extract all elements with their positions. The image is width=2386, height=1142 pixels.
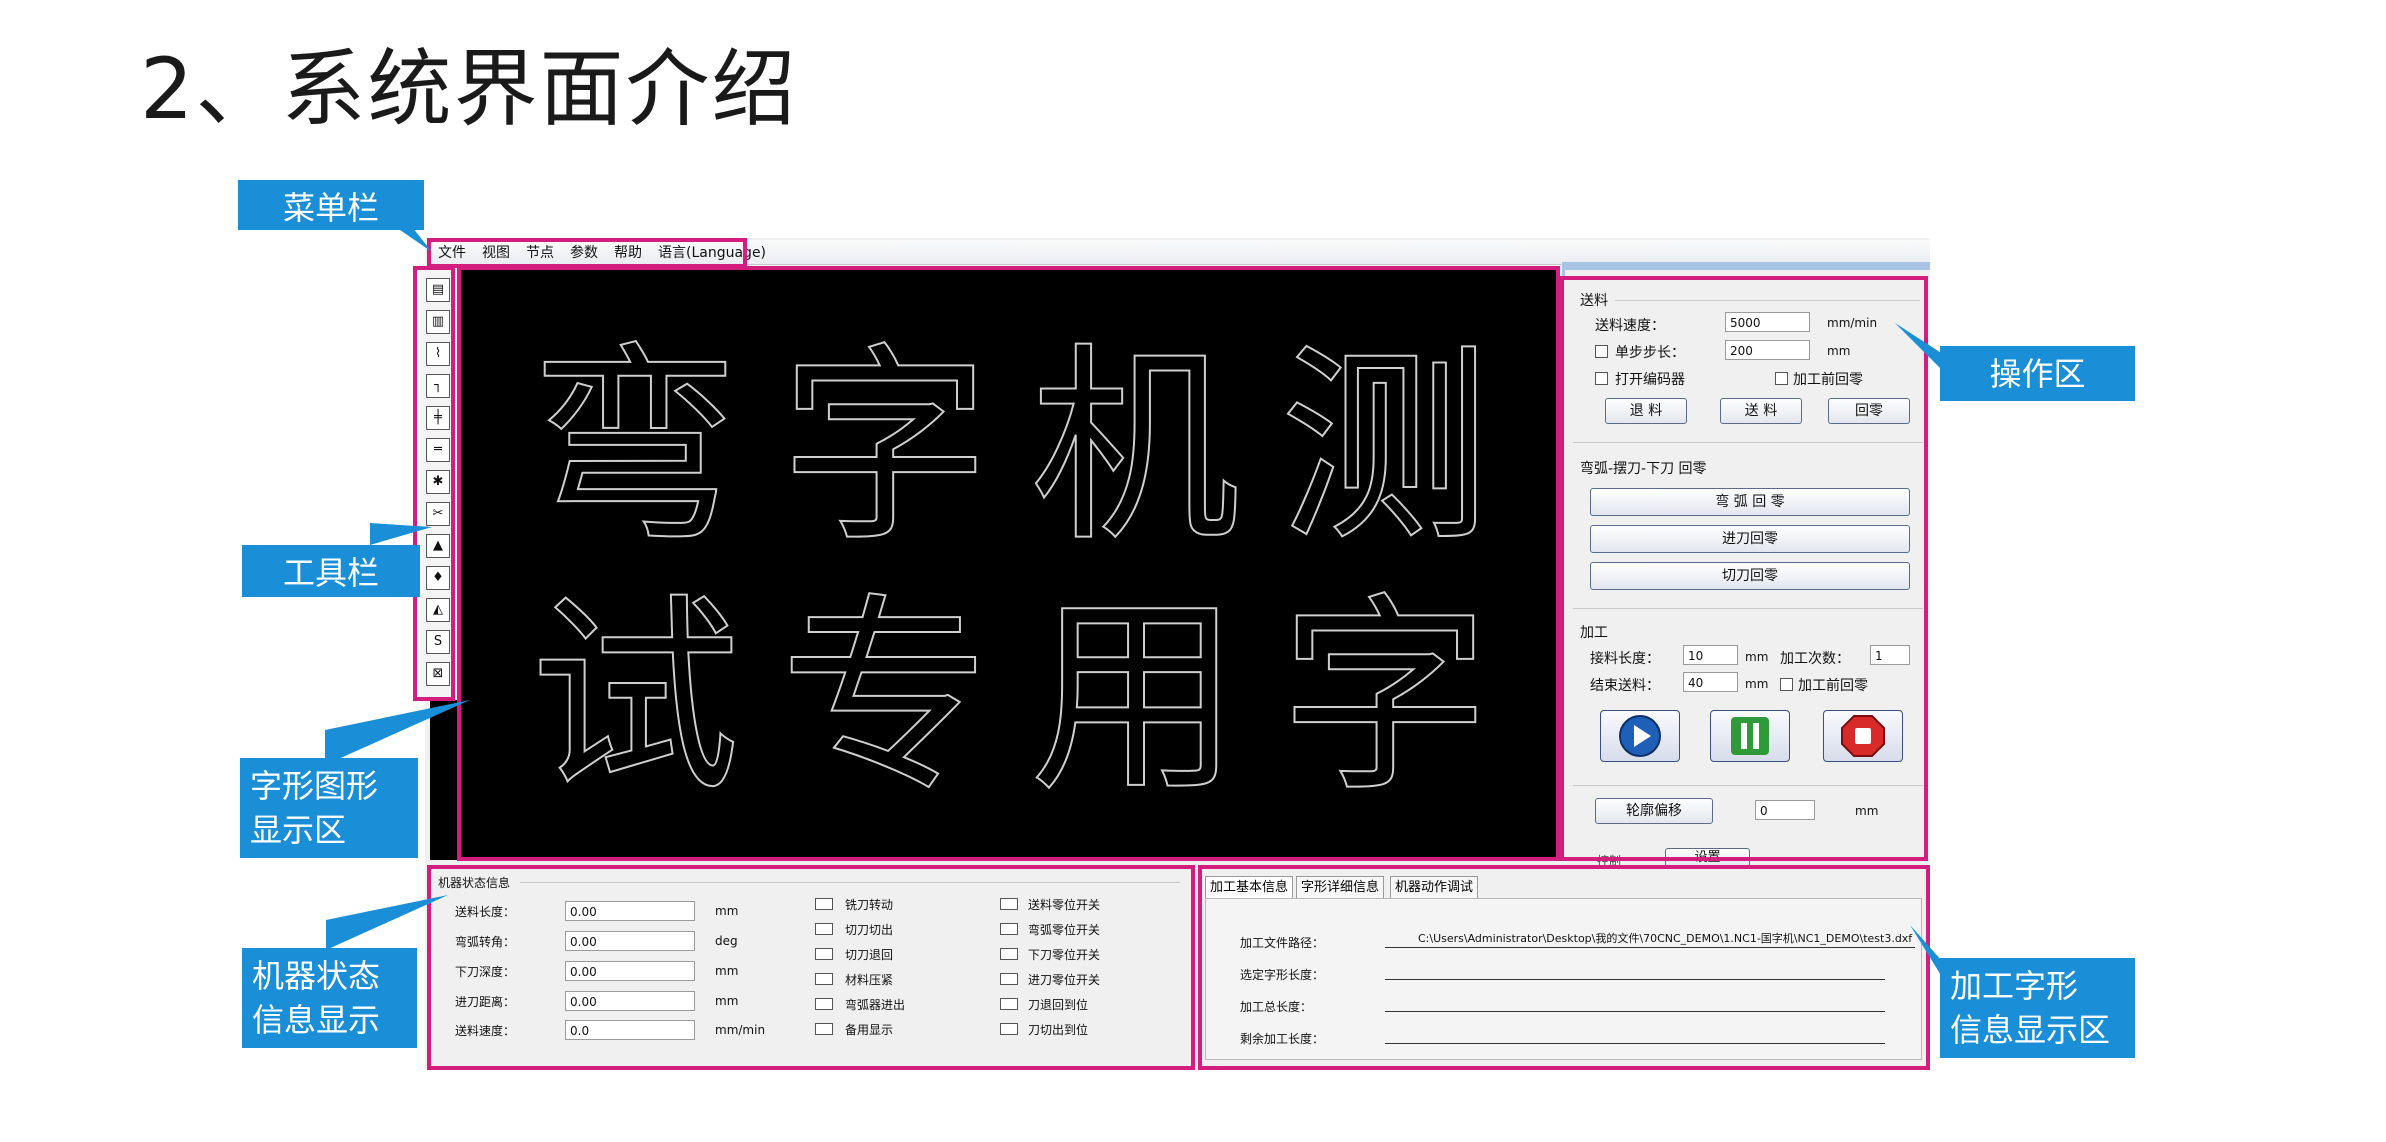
callout-canvas: 字形图形 显示区	[240, 758, 418, 858]
callout-info: 加工字形 信息显示区	[1940, 958, 2135, 1058]
callout-info-line2: 信息显示区	[1950, 1011, 2111, 1049]
callout-status-line2: 信息显示区	[252, 1001, 381, 1083]
callout-menubar: 菜单栏	[238, 180, 424, 230]
callout-operation: 操作区	[1940, 346, 2135, 401]
callout-canvas-line1: 字形图形	[250, 767, 379, 805]
callout-status: 机器状态 信息显示区	[242, 948, 417, 1083]
callout-status-line1: 机器状态	[252, 957, 381, 995]
callout-info-line1: 加工字形	[1950, 967, 2079, 1005]
callout-toolbar: 工具栏	[242, 545, 420, 597]
callout-canvas-line2: 显示区	[250, 811, 347, 849]
